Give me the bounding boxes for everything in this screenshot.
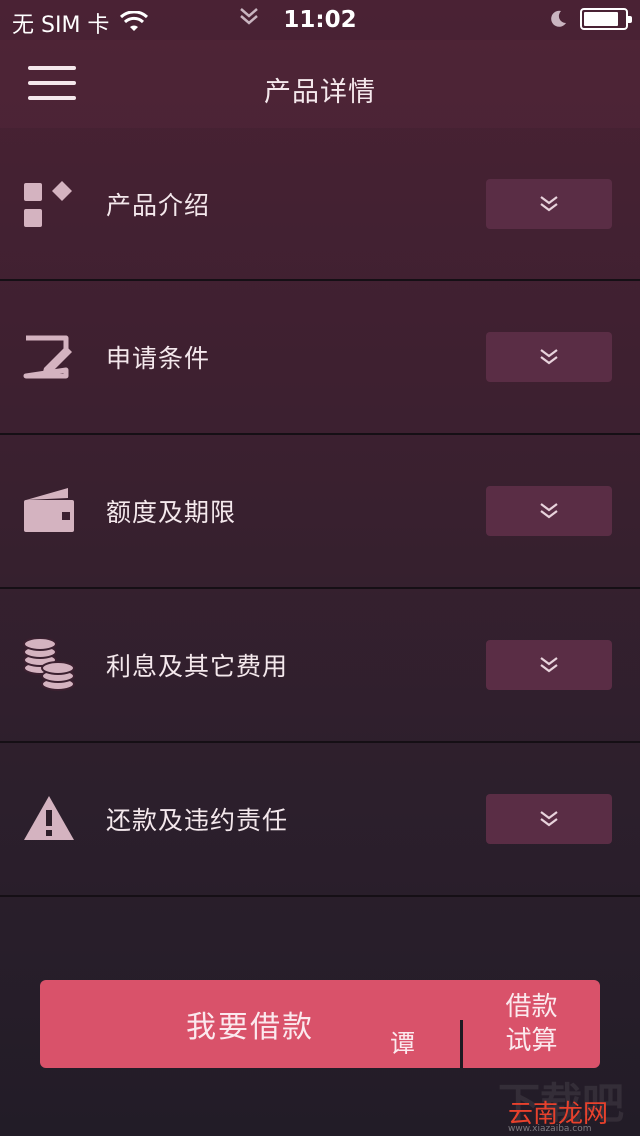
overlay-text: 谭	[390, 1029, 416, 1058]
section-label: 申请条件	[106, 344, 211, 373]
section-list: 产品介绍 申请条件 额度及期限 利息及其它费用 还款及违约责任	[0, 128, 640, 897]
section-row-application-conditions[interactable]: 申请条件	[0, 281, 640, 435]
section-label: 还款及违约责任	[106, 806, 289, 835]
loan-calculator-button[interactable]: 借款 试算	[463, 980, 600, 1068]
edit-form-icon	[23, 335, 72, 379]
section-row-limit-and-term[interactable]: 额度及期限	[0, 435, 640, 589]
moon-icon	[551, 10, 566, 27]
expand-button[interactable]	[486, 178, 612, 229]
chevron-down-icon	[540, 811, 558, 827]
calc-label-line1: 借款	[505, 992, 558, 1022]
product-grid-icon	[24, 180, 72, 227]
nav-bar: 产品详情	[0, 40, 640, 128]
section-label: 产品介绍	[106, 190, 211, 220]
battery-fill	[584, 12, 618, 26]
calc-label-line2: 试算	[505, 1026, 558, 1056]
status-bar: 无 SIM 卡 11:02	[0, 0, 640, 40]
expand-button[interactable]	[486, 640, 612, 690]
battery-icon	[580, 8, 632, 30]
coins-icon	[23, 638, 75, 691]
status-time: 11:02	[283, 7, 357, 33]
warning-icon	[24, 796, 74, 840]
action-bar: 我要借款 谭 借款 试算	[40, 980, 600, 1068]
wallet-icon	[24, 488, 74, 532]
expand-button[interactable]	[486, 332, 612, 382]
chevron-down-icon	[540, 503, 558, 519]
expand-button[interactable]	[486, 794, 612, 844]
expand-button[interactable]	[486, 486, 612, 536]
section-label: 额度及期限	[106, 498, 237, 527]
section-row-interest-and-fees[interactable]: 利息及其它费用	[0, 589, 640, 743]
section-row-product-intro[interactable]: 产品介绍	[0, 128, 640, 281]
status-right	[548, 8, 632, 30]
section-label: 利息及其它费用	[106, 652, 289, 681]
chevron-down-icon	[540, 657, 558, 673]
section-row-repayment-and-default[interactable]: 还款及违约责任	[0, 743, 640, 897]
watermark-url: www.xiazaiba.com	[508, 1124, 592, 1134]
page-title: 产品详情	[264, 77, 376, 108]
chevron-down-icon	[540, 349, 558, 365]
chevron-down-icon	[540, 195, 558, 211]
